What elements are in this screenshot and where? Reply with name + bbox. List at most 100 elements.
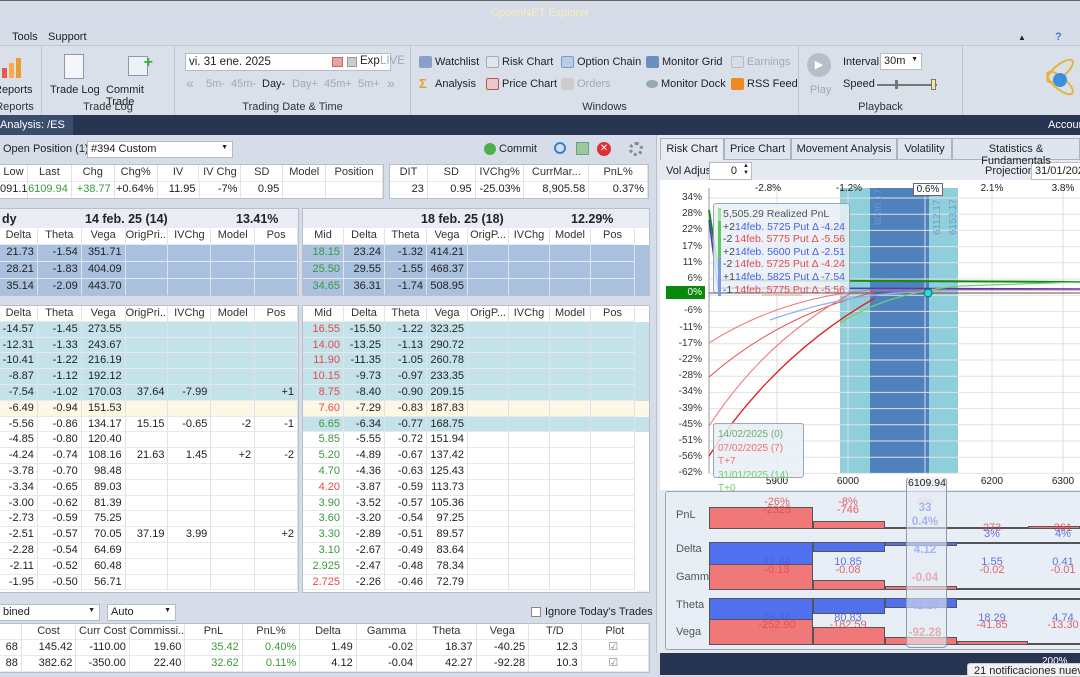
column-header[interactable]: Vega [476,624,530,640]
column-header[interactable]: Theta [37,306,82,322]
mode-select[interactable]: Auto ▼ [107,604,176,621]
table-row[interactable]: -4.85 -0.80 120.40 [0,432,298,449]
calendar-icon[interactable] [332,57,343,67]
menu-tools[interactable]: Tools [12,31,38,43]
column-header[interactable]: IV [157,165,200,182]
column-header[interactable]: Plot [581,624,649,640]
table-row[interactable]: 68 145.42 -110.00 19.60 35.42 0.40% 1.49 -0.02 1… [0,640,649,656]
table-row[interactable]: -2.11 -0.52 60.48 [0,558,298,575]
interval-select[interactable]: 30m ▼ [880,53,922,70]
table-row[interactable]: 11.90 -11.35 -1.05 260.78 [303,353,649,370]
table-row[interactable]: -4.24 -0.74 108.16 21.63 1.45 +2 -2 [0,448,298,464]
commit-button[interactable]: Commit [484,143,537,155]
column-header[interactable]: IVChg [168,306,212,322]
table-row[interactable]: 35.14 -2.09 443.70 [0,279,298,295]
column-header[interactable]: Delta [0,228,38,245]
watchlist-button[interactable]: Watchlist [419,56,479,68]
column-header[interactable]: Delta [344,306,385,322]
collapse-ribbon-icon[interactable]: ▲ [1018,33,1026,42]
table-row[interactable]: 4.70 -4.36 -0.63 125.43 [303,464,649,480]
column-header[interactable]: CurrMar... [524,165,590,182]
tab-volatility[interactable]: Volatility [897,138,952,160]
spinner-arrows-icon[interactable]: ▲ ▼ [743,163,749,177]
column-header[interactable]: T/D [529,624,582,640]
column-header[interactable]: Model [211,228,256,245]
column-header[interactable]: PnL [185,624,243,640]
column-header[interactable]: OrigPri... [125,228,169,245]
step-back-icon[interactable]: « [186,75,194,91]
table-row[interactable]: 3.60 -3.20 -0.54 97.25 [303,511,649,528]
table-row[interactable]: 23 0.95 -25.03% 8,905.58 0.37% [390,182,648,198]
table-row[interactable]: 5.20 -4.89 -0.67 137.42 [303,448,649,464]
orders-button[interactable]: Orders [561,78,611,90]
column-header[interactable]: Vega [81,228,126,245]
table-row[interactable]: 14.00 -13.25 -1.13 290.72 [303,337,649,354]
column-header[interactable]: Vega [427,228,468,245]
table-row[interactable]: -3.34 -0.65 89.03 [0,479,298,496]
checkbox-icon[interactable] [531,607,541,617]
play-icon[interactable]: ▶ [807,53,831,77]
column-header[interactable]: Model [211,306,256,322]
table-row[interactable]: -8.87 -1.12 192.12 [0,369,298,385]
column-header[interactable]: Pos [255,306,298,322]
column-header[interactable]: Theta [37,228,82,245]
column-header[interactable]: Delta [300,624,357,640]
column-header[interactable]: Model [550,306,591,322]
table-row[interactable]: -12.31 -1.33 243.67 [0,337,298,354]
column-header[interactable]: Curr Cost [76,624,130,640]
legend-entry[interactable]: 14/02/2025 (0) [718,428,799,442]
column-header[interactable]: Vega [427,306,468,322]
column-header[interactable]: IVChg [509,306,550,322]
column-header[interactable]: OrigP... [468,306,509,322]
trading-date-input[interactable]: vi. 31 ene. 2025 Exp LIVE [185,53,405,71]
monitor-grid-button[interactable]: Monitor Grid [646,56,723,68]
table-row[interactable]: 8.75 -8.40 -0.90 209.15 [303,385,649,401]
step-day-back[interactable]: Day- [262,78,285,90]
rss-feed-button[interactable]: RSS Feed [731,78,798,90]
close-icon[interactable]: ✕ [597,142,611,156]
column-header[interactable]: Commissi... [129,624,186,640]
table-row[interactable]: 4.20 -3.87 -0.59 113.73 [303,479,649,496]
reports-button[interactable]: Reports [0,84,33,96]
column-header[interactable]: PnL% [589,165,648,182]
column-header[interactable]: Position [326,165,383,182]
table-row[interactable]: 3.90 -3.52 -0.57 105.36 [303,495,649,512]
analysis-button[interactable]: Σ Analysis [419,77,476,90]
column-header[interactable]: IV Chg [199,165,242,182]
risk-chart-button[interactable]: Risk Chart [486,56,553,68]
column-header[interactable]: Gamma [356,624,418,640]
table-row[interactable]: 34.65 36.31 -1.74 508.95 [303,279,649,295]
column-header[interactable]: Theta [417,624,477,640]
column-header[interactable]: Chg% [114,165,158,182]
column-header[interactable]: Pos [591,228,635,245]
position-select[interactable]: #394 Custom ▼ [87,141,233,158]
column-header[interactable]: IVChg [509,228,550,245]
table-row[interactable]: 5.85 -5.55 -0.72 151.94 [303,432,649,449]
account-label[interactable]: Accoun [1048,119,1080,131]
column-header[interactable]: IVChg [168,228,212,245]
option-chain-button[interactable]: Option Chain [561,56,641,68]
column-header[interactable]: Theta [385,306,427,322]
table-row[interactable]: 28.21 -1.83 404.09 [0,262,298,279]
column-header[interactable]: Delta [0,306,38,322]
vol-adjust-spinner[interactable]: 0 ▲ ▼ [709,162,752,180]
column-header[interactable]: OrigP... [468,228,509,245]
column-header[interactable] [0,624,22,640]
tab-analysis-es[interactable]: Analysis: /ES [0,115,73,135]
table-row[interactable]: -1.95 -0.50 56.71 [0,574,298,591]
price-chart-button[interactable]: Price Chart [486,78,557,90]
tab-risk-chart[interactable]: Risk Chart [660,138,724,160]
column-header[interactable]: IVChg% [475,165,525,182]
table-row[interactable]: 88 382.62 -350.00 22.40 32.62 0.11% 4.12 -0.04 4… [0,656,649,672]
help-icon[interactable]: ? [1055,31,1062,43]
table-row[interactable]: -6.49 -0.94 151.53 [0,400,298,417]
table-row[interactable]: -3.78 -0.70 98.48 [0,464,298,480]
table-row[interactable]: -10.41 -1.22 216.19 [0,353,298,370]
trade-log-button[interactable]: Trade Log [50,84,100,96]
table-row[interactable]: 2.725 -2.26 -0.46 72.79 [303,574,649,591]
table-row[interactable]: -2.28 -0.54 64.69 [0,543,298,559]
risk-chart[interactable]: 6030.17 6112.17 6153.17 34% 28% 22% 17% 11% 6% -… [660,180,1080,494]
tab-movement-analysis[interactable]: Movement Analysis [791,138,897,160]
play-button[interactable]: Play [810,84,831,96]
table-row[interactable]: 16.55 -15.50 -1.22 323.25 [303,321,649,338]
